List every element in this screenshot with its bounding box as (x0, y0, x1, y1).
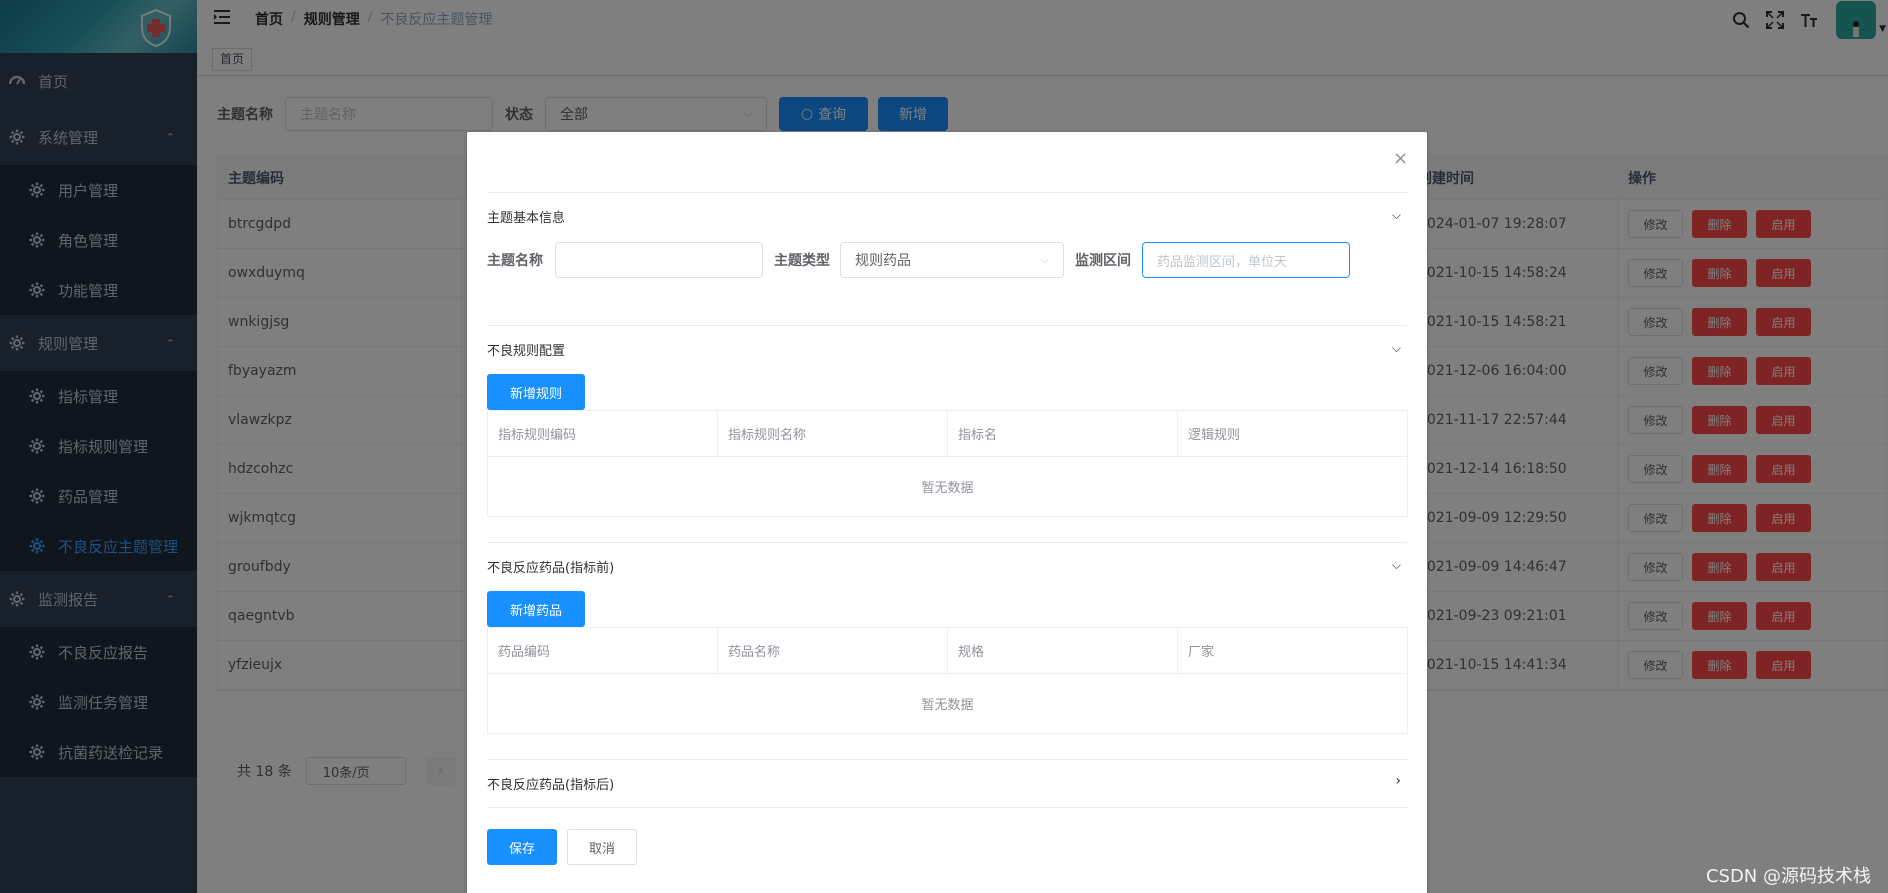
close-icon[interactable]: × (1393, 150, 1408, 168)
chevron-down-icon[interactable]: ⌵ (1392, 341, 1401, 356)
drug-table-header: 药品编码 药品名称 规格 厂家 (488, 628, 1407, 674)
cancel-button[interactable]: 取消 (567, 829, 637, 865)
theme-dialog: × 主题基本信息 ⌵ 主题名称 主题类型 规则药品 ⌵ 监测区间 药品监测区间，… (467, 132, 1427, 893)
section-drug-after-title[interactable]: 不良反应药品(指标后) (487, 774, 614, 793)
rule-table: 指标规则编码 指标规则名称 指标名 逻辑规则 暂无数据 (487, 410, 1408, 517)
drug-empty-text: 暂无数据 (921, 698, 974, 713)
theme-name-label: 主题名称 (487, 253, 543, 269)
add-rule-button[interactable]: 新增规则 (487, 374, 585, 410)
col-logic-rule: 逻辑规则 (1188, 428, 1241, 443)
add-drug-button[interactable]: 新增药品 (487, 591, 585, 627)
monitor-range-label: 监测区间 (1075, 253, 1131, 269)
monitor-range-input[interactable]: 药品监测区间，单位天 (1142, 242, 1350, 278)
col-manufacturer: 厂家 (1188, 645, 1215, 660)
section-rule-title[interactable]: 不良规则配置 (487, 340, 565, 359)
rule-empty-text: 暂无数据 (921, 481, 974, 496)
drug-table: 药品编码 药品名称 规格 厂家 暂无数据 (487, 627, 1408, 734)
rule-table-header: 指标规则编码 指标规则名称 指标名 逻辑规则 (488, 411, 1407, 457)
theme-type-value: 规则药品 (855, 253, 911, 269)
chevron-down-icon[interactable]: ⌵ (1392, 558, 1401, 573)
theme-type-select[interactable]: 规则药品 ⌵ (840, 242, 1064, 278)
col-drug-code: 药品编码 (488, 628, 718, 673)
col-rule-code: 指标规则编码 (488, 411, 718, 456)
chevron-down-icon: ⌵ (1040, 253, 1049, 266)
col-spec: 规格 (948, 628, 1178, 673)
chevron-down-icon[interactable]: ⌵ (1392, 208, 1401, 223)
theme-type-label: 主题类型 (774, 253, 830, 269)
save-button[interactable]: 保存 (487, 829, 557, 865)
watermark: CSDN @源码技术栈 (1705, 866, 1871, 887)
col-drug-name: 药品名称 (718, 628, 948, 673)
section-drug-before-title[interactable]: 不良反应药品(指标前) (487, 557, 614, 576)
col-indicator-name: 指标名 (948, 411, 1178, 456)
theme-name-input[interactable] (555, 242, 763, 278)
col-rule-name: 指标规则名称 (718, 411, 948, 456)
section-basic-title[interactable]: 主题基本信息 (487, 207, 565, 226)
chevron-right-icon[interactable]: › (1395, 773, 1401, 789)
